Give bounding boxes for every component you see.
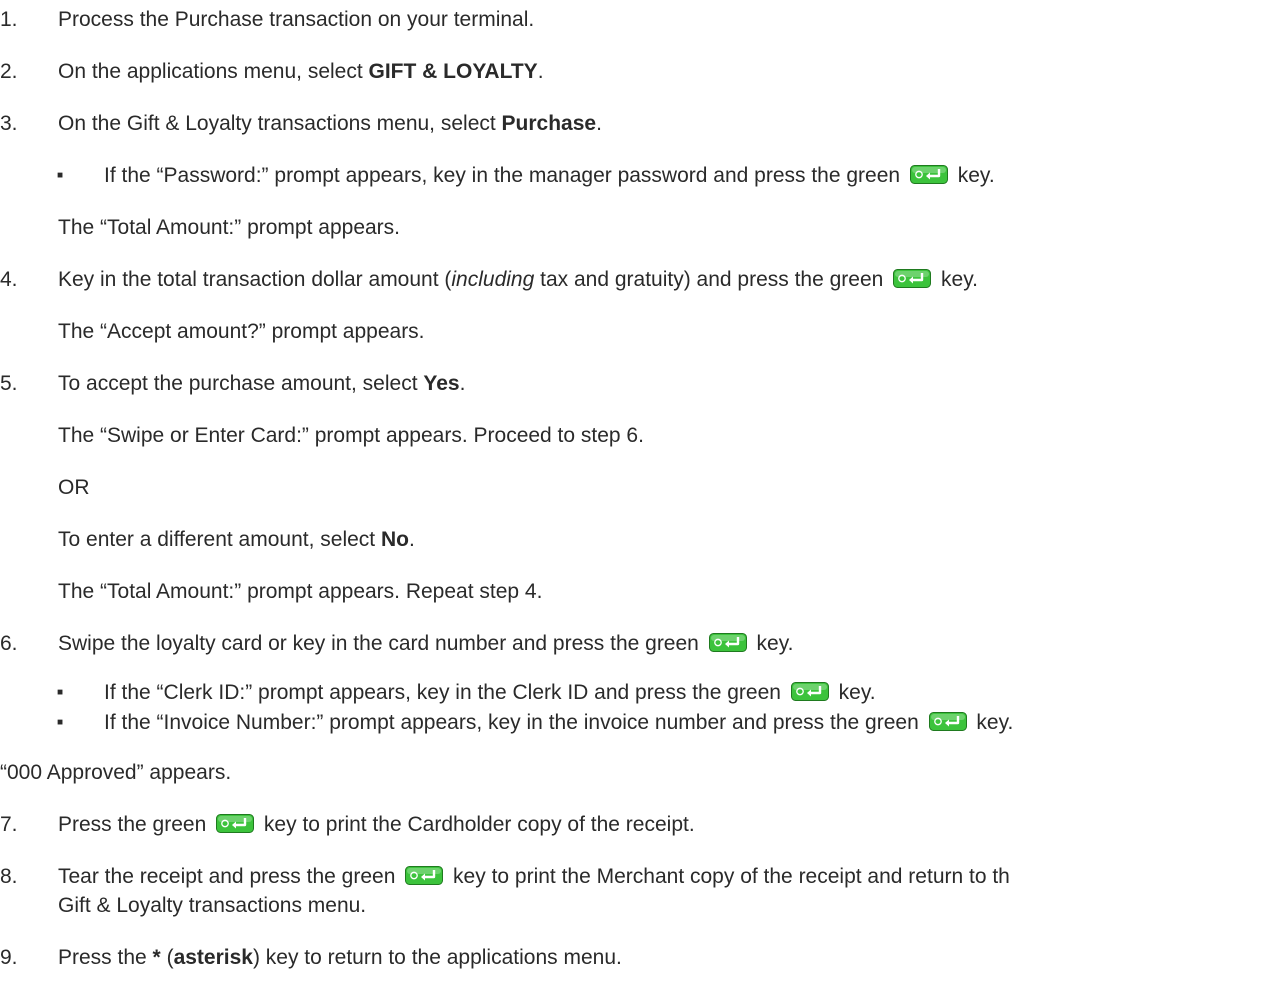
enter-key-icon [405,866,444,885]
enter-key-icon [708,633,747,652]
step-text-part: . [596,112,602,135]
note-text-part: . [408,528,415,551]
step-text-part: tax and gratuity) and press the green [534,268,890,291]
bullet-text-part: key. [951,164,995,187]
step-text: Process the Purchase transaction on your… [58,8,535,31]
step-number: 1. [0,8,18,31]
step-text-part: ) key to return to the applications menu… [252,946,622,969]
note-text: OR [58,476,90,499]
step-text-part: key to print the Merchant copy of the re… [447,865,1010,888]
step-number: 5. [0,372,18,395]
bullet-text-part: If the “Password:” prompt appears, key i… [104,164,906,187]
step-text-part: On the applications menu, select [58,60,369,83]
enter-key-icon [909,165,948,184]
bullet-text-part: If the “Clerk ID:” prompt appears, key i… [104,681,787,704]
step-text-part: . [537,60,544,83]
step-text-part: ( [160,946,174,969]
step-text: On the applications menu, select GIFT & … [58,58,544,86]
asterisk-word: asterisk [173,946,253,969]
step-text-part: Swipe the loyalty card or key in the car… [58,632,705,655]
bullet-text-part: key. [970,711,1014,734]
step-text: Press the green key to print the Cardhol… [58,811,695,839]
option-no: No [380,528,409,551]
step-text-part: Tear the receipt and press the green [58,865,402,888]
step-number: 7. [0,813,18,836]
menu-option-gift-loyalty: GIFT & LOYALTY [368,60,538,83]
step-text: Swipe the loyalty card or key in the car… [58,630,793,658]
note-text: The “Total Amount:” prompt appears. [58,216,400,239]
step-text-part: Key in the total transaction dollar amou… [58,268,452,291]
step-text-part: key. [935,268,978,291]
bullet-text: If the “Clerk ID:” prompt appears, key i… [104,679,876,707]
square-bullet-icon: ■ [57,687,64,698]
note-text: To enter a different amount, select No. [58,526,415,554]
note-text: The “Accept amount?” prompt appears. [58,320,425,343]
step-text-part: . [459,372,466,395]
step-text: To accept the purchase amount, select Ye… [58,370,465,398]
bullet-text-part: key. [832,681,876,704]
square-bullet-icon: ■ [57,717,64,728]
step-text-part: Press the [58,946,153,969]
asterisk-symbol: * [152,946,161,969]
emphasis-including: including [451,268,535,291]
note-text-part: To enter a different amount, select [58,528,381,551]
step-text: Tear the receipt and press the green key… [58,863,1010,891]
step-text: Press the * (asterisk) key to return to … [58,944,622,972]
step-text-part: To accept the purchase amount, select [58,372,424,395]
bullet-text-part: If the “Invoice Number:” prompt appears,… [104,711,925,734]
square-bullet-icon: ■ [57,170,64,181]
step-text: Gift & Loyalty transactions menu. [58,894,367,917]
step-number: 6. [0,632,18,655]
step-text-part: key to print the Cardholder copy of the … [258,813,695,836]
option-yes: Yes [423,372,460,395]
bullet-text: If the “Password:” prompt appears, key i… [104,162,995,190]
enter-key-icon [893,269,932,288]
step-number: 3. [0,112,18,135]
step-number: 9. [0,946,18,969]
step-text-part: Press the green [58,813,213,836]
menu-option-purchase: Purchase [501,112,597,135]
note-text: The “Total Amount:” prompt appears. Repe… [58,580,543,603]
step-number: 2. [0,60,18,83]
enter-key-icon [790,682,829,701]
enter-key-icon [216,814,255,833]
step-number: 4. [0,268,18,291]
bullet-text: If the “Invoice Number:” prompt appears,… [104,709,1013,737]
step-text: Key in the total transaction dollar amou… [58,266,978,294]
step-text-part: On the Gift & Loyalty transactions menu,… [58,112,502,135]
step-text: On the Gift & Loyalty transactions menu,… [58,110,602,138]
note-text: The “Swipe or Enter Card:” prompt appear… [58,424,644,447]
note-text: “000 Approved” appears. [0,761,232,784]
step-text-part: key. [750,632,794,655]
enter-key-icon [928,712,967,731]
step-number: 8. [0,865,18,888]
